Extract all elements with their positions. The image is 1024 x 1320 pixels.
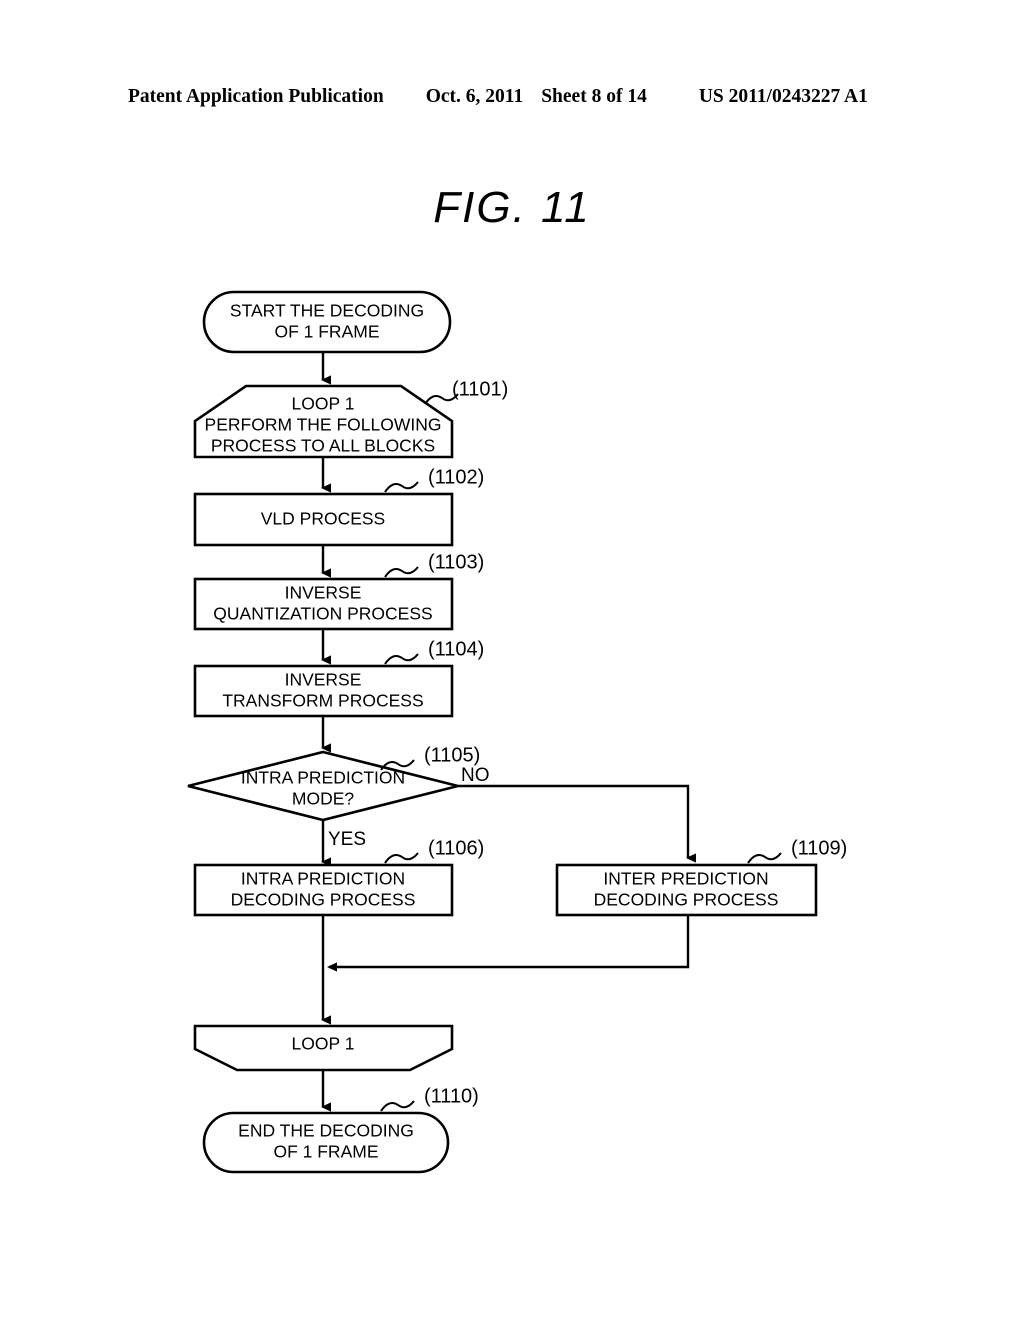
node-inverse-transform: INVERSE TRANSFORM PROCESS (1104) bbox=[193, 638, 484, 718]
branch-label-no: NO bbox=[461, 765, 490, 786]
ref-label-1103: (1103) bbox=[428, 551, 484, 573]
vld-process-line-1: VLD PROCESS bbox=[261, 509, 385, 529]
inverse-transform-line-2: TRANSFORM PROCESS bbox=[222, 691, 423, 711]
branch-label-yes: YES bbox=[328, 829, 366, 850]
patent-figure-page: Patent Application Publication Oct. 6, 2… bbox=[0, 0, 1024, 1320]
start-terminator-line-1: START THE DECODING bbox=[230, 301, 424, 321]
inverse-transform-line-1: INVERSE bbox=[285, 670, 362, 690]
node-loop-start: LOOP 1 PERFORM THE FOLLOWING PROCESS TO … bbox=[193, 378, 508, 459]
intra-prediction-decoding-line-1: INTRA PREDICTION bbox=[241, 869, 405, 889]
node-start-terminator: START THE DECODING OF 1 FRAME bbox=[202, 290, 452, 354]
flowchart-canvas: START THE DECODING OF 1 FRAME LOOP 1 PER… bbox=[187, 290, 847, 1174]
intra-prediction-decoding-line-2: DECODING PROCESS bbox=[231, 890, 416, 910]
end-terminator-line-1: END THE DECODING bbox=[238, 1121, 414, 1141]
node-inter-prediction-decoding: INTER PREDICTION DECODING PROCESS (1109) bbox=[555, 837, 847, 917]
inverse-quantization-line-1: INVERSE bbox=[285, 583, 362, 603]
node-intra-prediction-decision: INTRA PREDICTION MODE? (1105) NO YES bbox=[187, 744, 490, 850]
start-terminator-line-2: OF 1 FRAME bbox=[274, 322, 379, 342]
ref-label-1105: (1105) bbox=[424, 744, 480, 766]
edge-inter-to-merge bbox=[327, 915, 690, 972]
inter-prediction-decoding-line-2: DECODING PROCESS bbox=[594, 890, 779, 910]
ref-label-1109: (1109) bbox=[791, 837, 847, 859]
ref-leader-1104 bbox=[384, 653, 419, 665]
ref-leader-1110 bbox=[380, 1100, 415, 1112]
ref-label-1102: (1102) bbox=[428, 466, 484, 488]
loop-start-line-2: PERFORM THE FOLLOWING bbox=[205, 415, 442, 435]
node-inverse-quantization: INVERSE QUANTIZATION PROCESS (1103) bbox=[193, 551, 484, 631]
loop-end-line-1: LOOP 1 bbox=[292, 1034, 355, 1054]
ref-label-1101: (1101) bbox=[452, 378, 508, 400]
decision-line-2: MODE? bbox=[292, 789, 355, 809]
ref-leader-1102 bbox=[384, 481, 419, 493]
ref-label-1110: (1110) bbox=[424, 1085, 479, 1107]
inter-prediction-decoding-line-1: INTER PREDICTION bbox=[603, 869, 768, 889]
ref-leader-1109 bbox=[747, 852, 782, 864]
decision-line-1: INTRA PREDICTION bbox=[241, 768, 405, 788]
node-vld-process: VLD PROCESS (1102) bbox=[193, 466, 484, 547]
inverse-quantization-line-2: QUANTIZATION PROCESS bbox=[213, 604, 432, 624]
ref-leader-1103 bbox=[384, 566, 419, 578]
flow-connectors bbox=[321, 352, 696, 1112]
loop-start-line-3: PROCESS TO ALL BLOCKS bbox=[211, 436, 435, 456]
ref-label-1106: (1106) bbox=[428, 837, 484, 859]
node-loop-end: LOOP 1 bbox=[193, 1024, 454, 1072]
ref-label-1104: (1104) bbox=[428, 638, 484, 660]
node-end-terminator: END THE DECODING OF 1 FRAME (1110) bbox=[202, 1085, 479, 1174]
ref-leader-1106 bbox=[384, 852, 419, 864]
end-terminator-line-2: OF 1 FRAME bbox=[273, 1142, 378, 1162]
edge-decision-no-to-inter bbox=[458, 784, 696, 863]
loop-start-line-1: LOOP 1 bbox=[292, 394, 355, 414]
